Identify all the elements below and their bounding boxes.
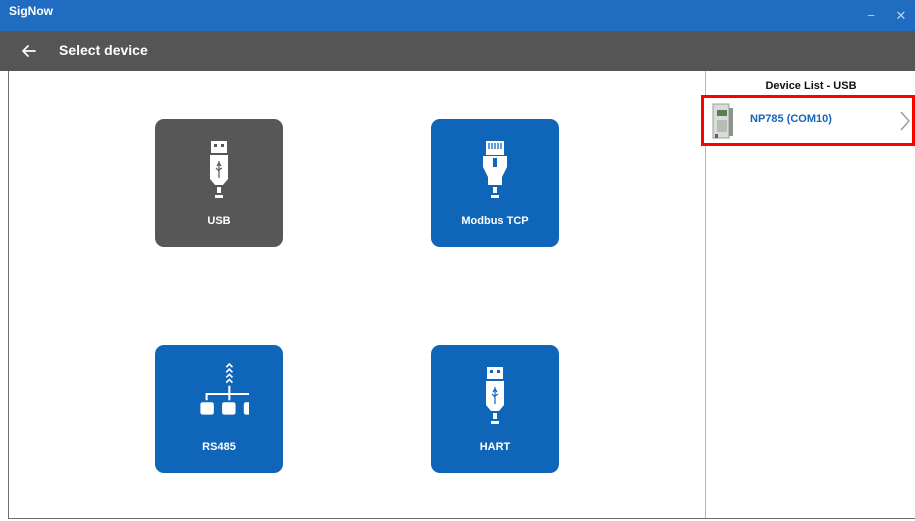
connection-type-panel: USB Modbus TCP RS485 HART [9, 71, 706, 518]
usb-plug-icon [486, 367, 504, 424]
network-tree-icon [200, 363, 249, 415]
title-bar: SigNow − ✕ [0, 0, 915, 31]
back-button[interactable] [18, 40, 40, 62]
hart-tile-label: HART [479, 441, 511, 453]
close-button[interactable]: ✕ [887, 0, 915, 31]
device-thumbnail-icon [712, 103, 733, 139]
main-content: USB Modbus TCP RS485 HART Device List - … [8, 71, 915, 519]
rs485-tile-label: RS485 [202, 441, 236, 453]
modbus-tcp-tile[interactable]: Modbus TCP [431, 119, 559, 247]
page-header: Select device [0, 31, 915, 71]
usb-tile[interactable]: USB [155, 119, 283, 247]
rs485-tile[interactable]: RS485 [155, 345, 283, 473]
chevron-right-icon [900, 111, 910, 131]
ethernet-plug-icon [483, 141, 507, 198]
app-title: SigNow [9, 4, 53, 18]
usb-tile-label: USB [207, 215, 231, 227]
device-list-item[interactable]: NP785 (COM10) [701, 95, 915, 146]
page-title: Select device [59, 42, 148, 58]
usb-plug-icon [210, 141, 228, 198]
hart-tile[interactable]: HART [431, 345, 559, 473]
device-list-title: Device List - USB [765, 80, 857, 92]
device-list-panel: Device List - USB NP785 (COM10) [701, 71, 915, 518]
device-name: NP785 (COM10) [750, 113, 832, 125]
modbus-tcp-tile-label: Modbus TCP [461, 215, 529, 227]
arrow-left-icon [22, 45, 36, 57]
minimize-button[interactable]: − [857, 0, 885, 31]
